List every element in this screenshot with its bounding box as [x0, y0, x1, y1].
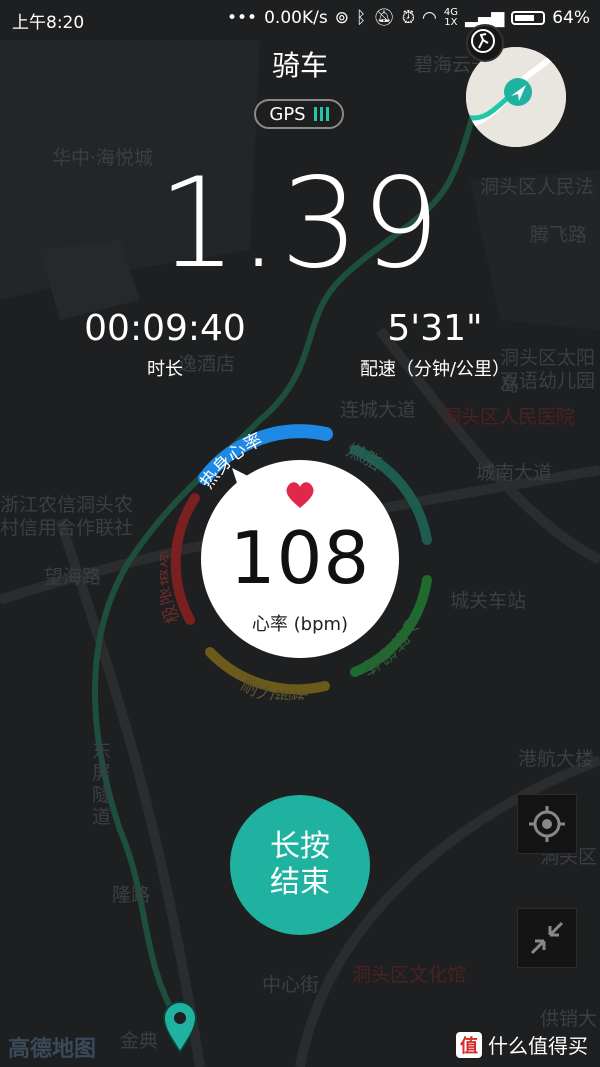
amap-logo: 高德地图	[8, 1037, 97, 1062]
battery-level: 64%	[552, 8, 590, 28]
alarm-icon: ⏰︎	[401, 8, 415, 28]
duration-label: 时长	[147, 359, 183, 380]
smzdm-watermark: 值 什么值得买	[456, 1030, 588, 1059]
wifi-icon: ◠	[422, 8, 437, 28]
end-button-line2: 结束	[270, 865, 330, 900]
distance-value: 1.39	[157, 152, 443, 296]
map-label: 洞头区文化馆	[352, 964, 467, 986]
mute-icon: 🔕︎	[373, 8, 395, 28]
duration-value: 00:09:40	[84, 308, 246, 349]
pace-stat: 5'31" 配速（分钟/公里）	[330, 308, 540, 381]
long-press-end-button[interactable]: 长按 结束	[230, 795, 370, 935]
map-label: 隆路	[112, 884, 151, 906]
gps-label: GPS	[269, 103, 306, 125]
map-label: 供销大	[540, 1008, 598, 1030]
heart-rate-value: 108	[229, 516, 371, 600]
bluetooth-icon: ᛒ	[355, 8, 367, 28]
map-label: 城南大道	[476, 462, 553, 484]
end-button-line1: 长按	[270, 829, 330, 864]
gps-signal-icon	[313, 107, 329, 121]
map-label: 中心街	[262, 974, 320, 996]
pace-value: 5'31"	[387, 308, 483, 349]
gps-status-badge: GPS	[254, 99, 344, 129]
status-time: 上午8:20	[12, 13, 85, 33]
locate-icon	[529, 806, 565, 842]
map-label: 东屏隧道	[92, 740, 112, 828]
map-label: 城关车站	[450, 590, 527, 612]
battery-icon	[511, 11, 546, 25]
collapse-icon	[530, 921, 564, 955]
map-label: 连城大道	[340, 399, 417, 421]
map-label: 洞头区人民医院	[442, 406, 576, 428]
zone-extreme-arc	[170, 493, 200, 625]
duration-stat: 00:09:40 时长	[70, 308, 260, 381]
signal-icon: 4G 1X	[444, 8, 458, 28]
watermark-text: 什么值得买	[488, 1034, 588, 1058]
start-location-pin-icon	[162, 1001, 198, 1054]
map-label: 望海路	[44, 566, 102, 588]
net-speed: 0.00K/s	[264, 8, 328, 28]
heart-rate-display: 108 心率 (bpm)	[201, 460, 399, 658]
locate-button[interactable]	[517, 794, 577, 854]
map-label: 村信用合作联社	[0, 517, 134, 539]
heart-rate-unit: 心率 (bpm)	[251, 614, 349, 635]
map-label: 港航大楼	[518, 748, 595, 770]
running-man-icon	[466, 24, 504, 62]
zone-fatburn-label: 燃脂	[343, 440, 385, 475]
net-type-bottom: 1X	[444, 17, 458, 28]
status-bar: 上午8:20 ••• 0.00K/s ⊚ ᛒ 🔕︎ ⏰︎ ◠ 4G 1X ▂▄▆…	[0, 0, 600, 36]
more-dots-icon: •••	[227, 8, 258, 28]
mini-map-button[interactable]	[466, 47, 566, 147]
map-label: 金典	[120, 1030, 159, 1052]
smzdm-logo-icon: 值	[456, 1031, 482, 1058]
collapse-map-button[interactable]	[517, 908, 577, 968]
sync-icon: ⊚	[334, 8, 349, 28]
pace-label: 配速（分钟/公里）	[359, 359, 511, 380]
heart-icon	[286, 482, 314, 508]
